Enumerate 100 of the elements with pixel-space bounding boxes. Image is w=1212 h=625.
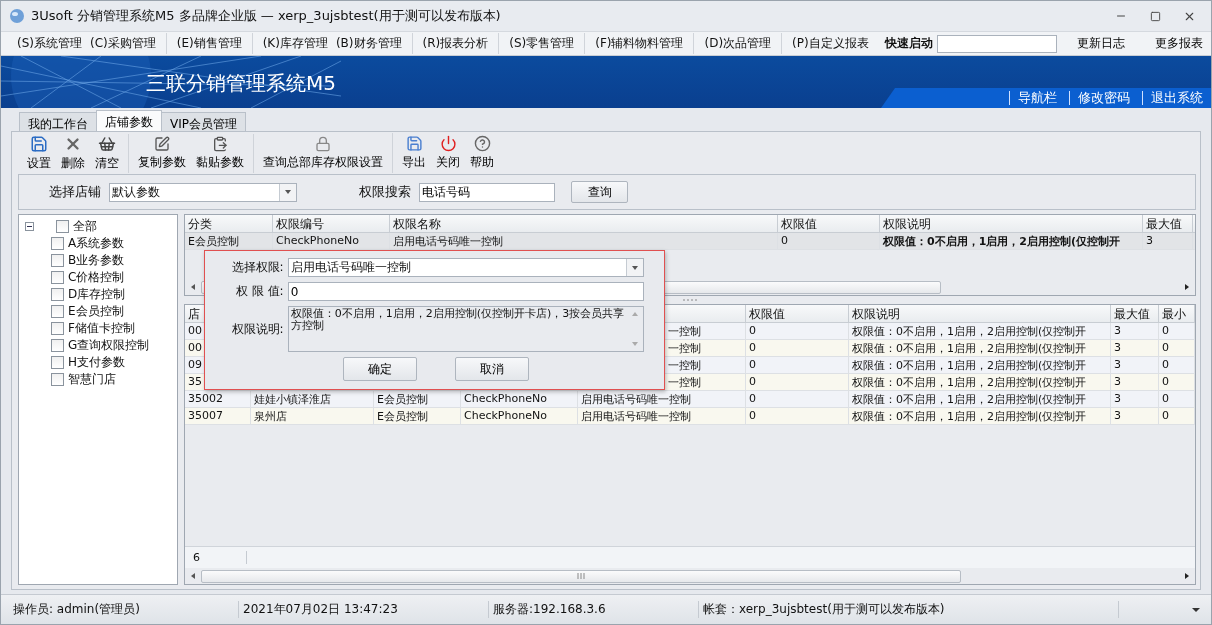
column-header[interactable]: 权限值 xyxy=(746,305,849,322)
tree-item[interactable]: G查询权限控制 xyxy=(68,337,150,354)
tree-item[interactable]: H支付参数 xyxy=(68,354,126,371)
checkbox[interactable] xyxy=(51,322,64,335)
caret-icon xyxy=(631,263,639,272)
search-label: 权限搜索 xyxy=(359,183,411,201)
table-cell: 0 xyxy=(746,340,849,356)
table-cell: 泉州店 xyxy=(251,408,374,424)
column-header[interactable]: 权限说明 xyxy=(880,215,1143,232)
column-header[interactable]: 权限名称 xyxy=(390,215,778,232)
menu-item[interactable]: (K)库存管理 xyxy=(258,33,332,54)
dialog-button[interactable]: 取消 xyxy=(455,357,529,381)
menu-item[interactable]: (P)自定义报表 xyxy=(788,33,873,54)
description-field[interactable]: 权限值：0不启用，1启用，2启用控制(仅控制开卡店)，3按会员共享方控制 xyxy=(287,306,644,352)
tab[interactable]: VIP会员管理 xyxy=(161,112,246,131)
banner-link[interactable]: 导航栏 xyxy=(1009,91,1057,105)
search-button[interactable]: 查询 xyxy=(571,181,628,203)
menu-item[interactable]: (R)报表分析 xyxy=(418,33,493,54)
column-header[interactable]: 权限值 xyxy=(778,215,880,232)
row-count: 6 xyxy=(185,551,247,564)
toolbar-button[interactable]: 导出 xyxy=(397,133,431,173)
tab[interactable]: 店铺参数 xyxy=(96,110,162,131)
toolbar-button[interactable]: 查询总部库存权限设置 xyxy=(258,133,388,173)
table-cell: 权限值：0不启用，1启用，2启用控制(仅控制开 xyxy=(849,374,1111,390)
menu-item[interactable]: (B)财务管理 xyxy=(331,33,406,54)
table-cell: 35007 xyxy=(185,408,251,424)
menu-item[interactable]: (S)系统管理 xyxy=(13,33,86,54)
column-header[interactable]: 权限说明 xyxy=(849,305,1111,322)
checkbox[interactable] xyxy=(51,373,64,386)
tree-item[interactable]: E会员控制 xyxy=(68,303,124,320)
toolbar-button[interactable]: 关闭 xyxy=(431,133,465,173)
table-cell: 3 xyxy=(1111,323,1159,339)
table-cell: 娃娃小镇泽淮店 xyxy=(251,391,374,407)
table-cell: 权限值：0不启用，1启用，2启用控制(仅控制开 xyxy=(849,357,1111,373)
toolbar-button[interactable]: 黏贴参数 xyxy=(191,133,249,173)
table-cell: 3 xyxy=(1111,391,1159,407)
window-title: 3Usoft 分销管理系统M5 多品牌企业版 — xerp_3ujsbtest(用于测可以发布版本) xyxy=(31,7,502,25)
table-cell: 启用电话号码唯一控制 xyxy=(390,233,778,249)
tree-item[interactable]: F储值卡控制 xyxy=(68,320,135,337)
toolbar-button[interactable]: 清空 xyxy=(90,132,124,174)
checkbox[interactable] xyxy=(51,254,64,267)
menu-item[interactable]: (S)零售管理 xyxy=(505,33,579,54)
table-cell: 0 xyxy=(746,391,849,407)
table-cell: 权限值：0不启用，1启用，2启用控制(仅控制开 xyxy=(849,340,1111,356)
menu-link[interactable]: 更新日志 xyxy=(1056,33,1135,54)
collapse-icon[interactable] xyxy=(25,222,34,231)
floppy-icon xyxy=(30,134,48,153)
banner-link[interactable]: 退出系统 xyxy=(1142,91,1203,105)
table-cell: 0 xyxy=(1159,374,1195,390)
dialog-button[interactable]: 确定 xyxy=(343,357,417,381)
menu-item[interactable]: (E)销售管理 xyxy=(172,33,246,54)
checkbox[interactable] xyxy=(51,305,64,318)
permission-dropdown[interactable]: 启用电话号码唯一控制 xyxy=(287,258,644,277)
checkbox[interactable] xyxy=(51,356,64,369)
toolbar-button[interactable]: 删除 xyxy=(56,132,90,174)
caret-icon xyxy=(284,188,292,196)
tree-item[interactable]: 智慧门店 xyxy=(68,371,116,388)
up-arrow-icon xyxy=(631,310,639,318)
status-text: 2021年07月02日 13:47:23 xyxy=(239,601,489,618)
table-cell: CheckPhoneNo xyxy=(461,408,578,424)
table-cell: 启用电话号码唯一控制 xyxy=(578,391,746,407)
tree-item[interactable]: A系统参数 xyxy=(68,235,125,252)
column-header[interactable]: 权限编号 xyxy=(273,215,390,232)
table-cell: E会员控制 xyxy=(374,391,461,407)
checkbox[interactable] xyxy=(51,288,64,301)
right-arrow-icon xyxy=(1183,283,1191,291)
menu-item[interactable]: (D)次品管理 xyxy=(700,33,776,54)
value-field[interactable]: 0 xyxy=(287,282,644,301)
column-header[interactable]: 最大值 xyxy=(1111,305,1159,322)
grip-icon xyxy=(577,573,585,579)
banner-link[interactable]: 修改密码 xyxy=(1069,91,1130,105)
floppy-icon xyxy=(405,135,423,152)
toolbar-button[interactable]: 设置 xyxy=(22,132,56,174)
menu-item[interactable]: (F)辅料物料管理 xyxy=(591,33,688,54)
tab[interactable]: 我的工作台 xyxy=(19,112,97,131)
column-header[interactable]: 分类 xyxy=(185,215,273,232)
table-cell: 0 xyxy=(746,323,849,339)
tree-item[interactable]: B业务参数 xyxy=(68,252,125,269)
status-text: 服务器:192.168.3.6 xyxy=(489,601,699,618)
column-header[interactable]: 最小 xyxy=(1159,305,1195,322)
checkbox[interactable] xyxy=(51,339,64,352)
tree-item[interactable]: 全部 xyxy=(73,218,97,235)
power-icon xyxy=(439,135,457,152)
toolbar-button[interactable]: 复制参数 xyxy=(133,133,191,173)
checkbox[interactable] xyxy=(56,220,69,233)
menu-link[interactable]: 更多报表 xyxy=(1134,33,1211,54)
menu-item[interactable]: (C)采购管理 xyxy=(86,33,160,54)
basket-icon xyxy=(98,134,116,153)
checkbox[interactable] xyxy=(51,237,64,250)
globe-icon xyxy=(9,8,25,24)
toolbar-button[interactable]: 帮助 xyxy=(465,133,499,173)
column-header[interactable]: 最大值 xyxy=(1143,215,1193,232)
store-dropdown[interactable]: 默认参数 xyxy=(109,182,297,202)
left-arrow-icon xyxy=(189,283,197,291)
tree-item[interactable]: C价格控制 xyxy=(68,269,125,286)
table-cell: 0 xyxy=(778,233,880,249)
tree-item[interactable]: D库存控制 xyxy=(68,286,126,303)
search-field[interactable]: 电话号码 xyxy=(419,182,555,202)
quick-launch-field[interactable] xyxy=(936,34,1057,53)
checkbox[interactable] xyxy=(51,271,64,284)
